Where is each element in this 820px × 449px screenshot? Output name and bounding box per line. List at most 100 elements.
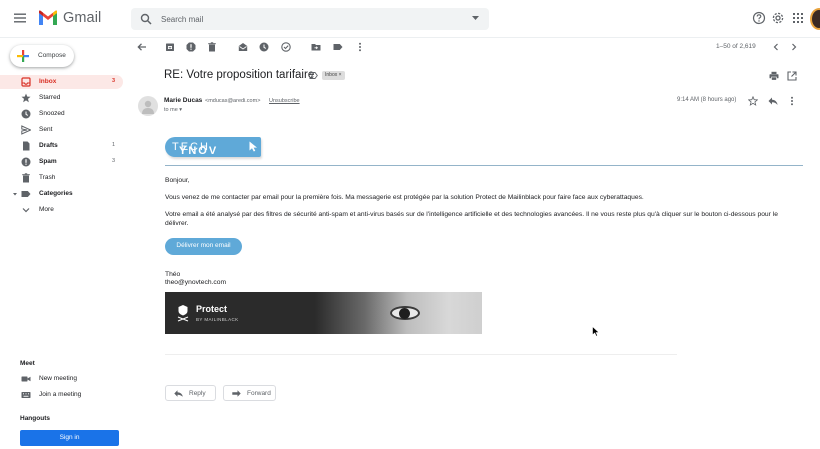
sidebar-item-more[interactable]: More <box>0 203 123 217</box>
search-options-icon[interactable] <box>472 16 479 21</box>
sidebar-item-label: Snoozed <box>39 110 65 117</box>
forward-icon <box>232 390 241 397</box>
sidebar-item-label: Categories <box>39 190 73 197</box>
logo-bold-text: YNOV <box>179 145 219 157</box>
star-icon <box>21 93 31 103</box>
video-camera-icon <box>21 374 31 384</box>
trash-icon <box>21 173 31 183</box>
send-icon <box>21 125 31 135</box>
banner-iris <box>399 308 410 319</box>
report-spam-icon[interactable] <box>186 42 196 52</box>
delete-icon[interactable] <box>207 42 217 52</box>
sidebar-item-label: More <box>39 206 54 213</box>
print-icon[interactable] <box>769 71 779 81</box>
new-meeting-item[interactable]: New meeting <box>0 372 123 386</box>
inbox-label-chip[interactable]: Inbox × <box>322 71 345 80</box>
label-icon <box>21 189 31 199</box>
chevron-down-icon <box>21 205 31 215</box>
sidebar-item-count: 3 <box>111 158 115 164</box>
sidebar-item-trash[interactable]: Trash <box>0 171 123 185</box>
newer-chevron-right-icon[interactable] <box>789 42 799 52</box>
sidebar-item-inbox[interactable]: Inbox 3 <box>0 75 123 89</box>
sidebar-item-drafts[interactable]: Drafts 1 <box>0 139 123 153</box>
add-task-icon[interactable] <box>281 42 291 52</box>
keyboard-icon <box>21 390 31 400</box>
meet-section-title: Meet <box>20 360 35 367</box>
move-to-folder-icon[interactable] <box>311 42 321 52</box>
banner-subtitle: BY MAILINBLACK <box>196 317 239 322</box>
app-header: Gmail <box>0 0 820 38</box>
forward-label: Forward <box>247 390 271 397</box>
clock-icon <box>21 109 31 119</box>
body-paragraph-2: Votre email a été analysé par des filtre… <box>165 211 778 227</box>
older-chevron-left-icon[interactable] <box>771 42 781 52</box>
sidebar-item-starred[interactable]: Starred <box>0 91 123 105</box>
sign-in-label: Sign in <box>59 434 80 441</box>
more-vert-icon[interactable] <box>787 96 797 106</box>
message-time: 9:14 AM (8 hours ago) <box>677 97 737 103</box>
settings-gear-icon[interactable] <box>771 11 785 25</box>
pagination-text: 1–50 of 2,619 <box>716 43 756 50</box>
banner-title: Protect <box>196 304 228 314</box>
search-icon[interactable] <box>140 13 152 25</box>
search-input[interactable] <box>161 8 461 30</box>
compose-button[interactable]: Compose <box>10 45 74 67</box>
star-icon[interactable] <box>748 96 758 106</box>
snooze-clock-icon[interactable] <box>259 42 269 52</box>
more-vert-icon[interactable] <box>355 42 365 52</box>
expand-arrow-icon[interactable] <box>13 192 17 196</box>
reply-button[interactable]: Reply <box>165 385 216 401</box>
recipient-details-toggle[interactable]: to me ▾ <box>164 107 182 113</box>
join-meeting-label: Join a meeting <box>39 391 82 398</box>
sidebar-item-label: Trash <box>39 174 56 181</box>
sidebar-item-categories[interactable]: Categories <box>0 187 123 201</box>
sidebar-item-label: Starred <box>39 94 61 101</box>
sidebar-item-count: 1 <box>111 142 115 148</box>
body-paragraph-1: Vous venez de me contacter par email pou… <box>165 194 644 201</box>
sidebar-item-label: Inbox <box>39 78 57 85</box>
divider <box>165 165 803 166</box>
ynovtech-logo-text: YNOV TECH <box>172 141 216 157</box>
open-new-window-icon[interactable] <box>787 71 797 81</box>
main-menu-icon[interactable] <box>13 11 27 25</box>
mark-unread-icon[interactable] <box>238 42 248 52</box>
importance-marker-icon[interactable] <box>309 71 318 80</box>
email-subject: RE: Votre proposition tarifaire <box>164 69 315 81</box>
spam-icon <box>21 157 31 167</box>
hangouts-section-title: Hangouts <box>20 415 50 422</box>
reply-icon[interactable] <box>768 96 778 106</box>
search-bar[interactable] <box>131 8 489 30</box>
hangouts-sign-in-button[interactable]: Sign in <box>20 430 119 446</box>
join-meeting-item[interactable]: Join a meeting <box>0 388 123 402</box>
mouse-pointer-icon <box>592 326 600 337</box>
unsubscribe-link[interactable]: Unsubscribe <box>269 98 300 104</box>
ynovtech-logo: YNOV TECH <box>165 137 261 157</box>
sidebar-item-snoozed[interactable]: Snoozed <box>0 107 123 121</box>
sidebar-item-sent[interactable]: Sent <box>0 123 123 137</box>
protect-shield-icon <box>177 304 189 322</box>
account-avatar[interactable] <box>810 8 820 30</box>
sidebar-item-label: Spam <box>39 158 57 165</box>
new-meeting-label: New meeting <box>39 375 77 382</box>
sidebar-item-label: Drafts <box>39 142 58 149</box>
deliver-email-button[interactable]: Délivrer mon email <box>165 238 242 255</box>
greeting-text: Bonjour, <box>165 177 190 184</box>
sidebar-item-spam[interactable]: Spam 3 <box>0 155 123 169</box>
google-apps-icon[interactable] <box>792 12 804 24</box>
divider <box>165 354 677 355</box>
back-arrow-icon[interactable] <box>137 42 147 52</box>
inbox-icon <box>21 77 31 87</box>
deliver-email-label: Délivrer mon email <box>176 242 231 249</box>
help-icon[interactable] <box>752 11 766 25</box>
forward-button[interactable]: Forward <box>223 385 276 401</box>
archive-icon[interactable] <box>165 42 175 52</box>
sender-email: <mducas@aredi.com> <box>205 98 261 104</box>
app-brand: Gmail <box>63 10 102 26</box>
sidebar-item-count: 3 <box>111 78 115 84</box>
gmail-logo-icon[interactable] <box>38 10 58 26</box>
label-icon[interactable] <box>333 42 343 52</box>
sender-avatar[interactable] <box>138 96 158 116</box>
logo-cursor-icon <box>249 141 258 152</box>
sender-name: Marie Ducas <box>164 97 203 104</box>
compose-label: Compose <box>38 52 66 59</box>
